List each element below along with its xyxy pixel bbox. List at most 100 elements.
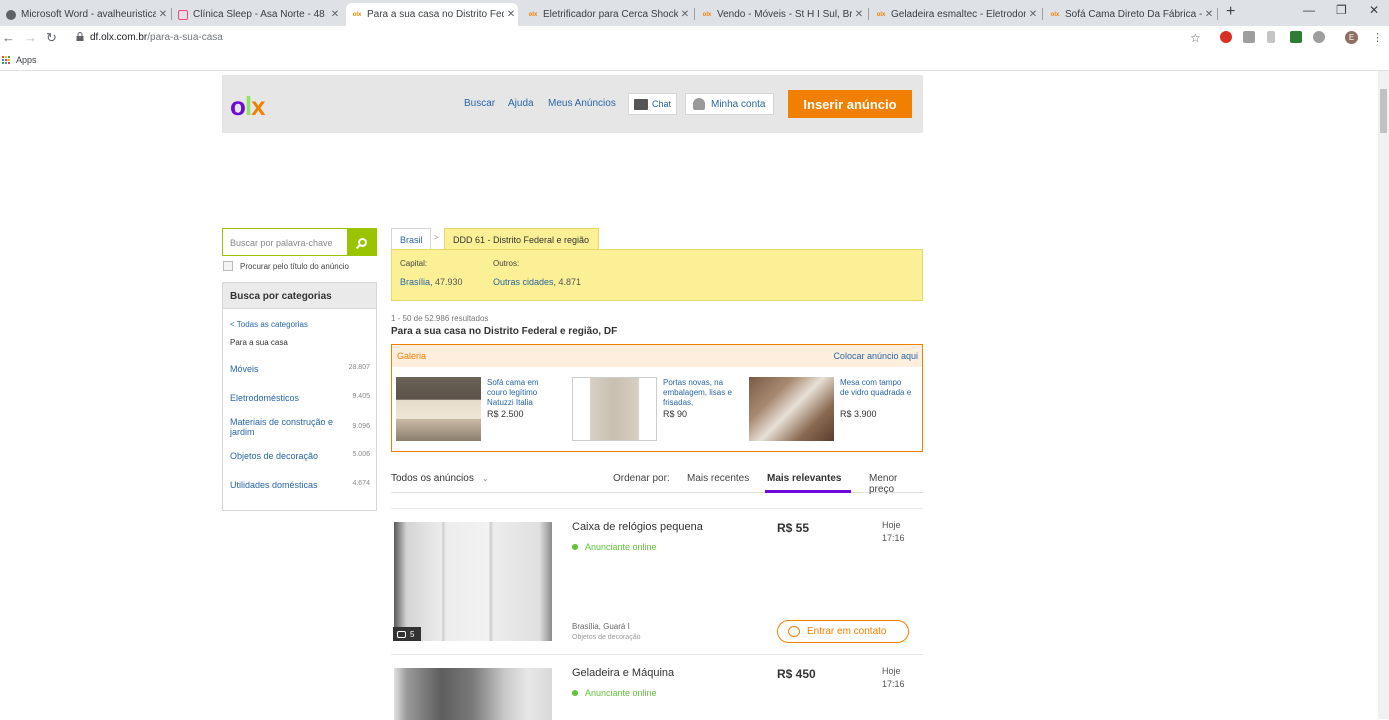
category-item-decoracao[interactable]: Objetos de decoração 5.006 bbox=[230, 451, 370, 461]
reload-icon[interactable]: ↻ bbox=[46, 30, 57, 46]
nav-buscar[interactable]: Buscar bbox=[464, 98, 495, 109]
gallery-item-title[interactable]: Sofá cama em couro legítimo Natuzzi Ital… bbox=[487, 378, 559, 408]
online-status: Anunciante online bbox=[572, 542, 657, 552]
olx-icon: olx bbox=[702, 11, 712, 18]
olx-icon: olx bbox=[1050, 11, 1060, 18]
listing-location: Brasília, Guará I Objetos de decoração bbox=[572, 622, 641, 643]
browser-tab-strip: Microsoft Word - avalheuristica_I ✕ Clín… bbox=[0, 0, 1389, 26]
close-icon[interactable]: ✕ bbox=[1026, 9, 1040, 20]
search-input[interactable]: Buscar por palavra-chave bbox=[222, 228, 348, 256]
browser-tab[interactable]: olx Eletrificador para Cerca Shock 8 ✕ bbox=[522, 3, 692, 26]
checkbox-icon[interactable] bbox=[223, 261, 233, 271]
gallery: Galeria Colocar anúncio aqui Sofá cama e… bbox=[391, 344, 923, 452]
gallery-item-title[interactable]: Portas novas, na embalagem, lisas e fris… bbox=[663, 378, 735, 408]
search-icon bbox=[357, 237, 367, 247]
title-only-label: Procurar pelo título do anúncio bbox=[240, 261, 349, 271]
apps-shortcut[interactable]: Apps bbox=[2, 55, 37, 65]
sort-label: Ordenar por: bbox=[613, 473, 670, 484]
chat-button[interactable]: Chat bbox=[628, 93, 677, 115]
olx-logo[interactable]: olx bbox=[230, 91, 266, 122]
sort-active-underline bbox=[765, 490, 851, 493]
gallery-image[interactable] bbox=[572, 377, 657, 441]
online-dot-icon bbox=[572, 690, 578, 696]
close-icon[interactable]: ✕ bbox=[156, 9, 170, 20]
all-categories-link[interactable]: < Todas as categorias bbox=[230, 320, 308, 329]
listing-title[interactable]: Caixa de relógios pequena bbox=[572, 521, 703, 533]
place-ad-link[interactable]: Colocar anúncio aqui bbox=[833, 351, 918, 361]
others-label: Outros: bbox=[493, 259, 520, 268]
listing-city: Brasília, Guará I bbox=[572, 622, 630, 631]
nav-meus-anuncios[interactable]: Meus Anúncios bbox=[548, 98, 616, 109]
listing-image[interactable] bbox=[394, 668, 552, 720]
bookmark-star-icon[interactable]: ☆ bbox=[1190, 31, 1201, 45]
category-item-utilidades[interactable]: Utilidades domésticas 4.674 bbox=[230, 480, 370, 490]
browser-tab[interactable]: Clínica Sleep - Asa Norte - 48 cli ✕ bbox=[172, 3, 342, 26]
close-icon[interactable]: ✕ bbox=[504, 9, 518, 20]
browser-tab-active[interactable]: olx Para a sua casa no Distrito Feder ✕ bbox=[346, 3, 518, 26]
browser-tab[interactable]: olx Sofá Cama Direto Da Fábrica - M ✕ bbox=[1044, 3, 1216, 26]
account-label: Minha conta bbox=[711, 98, 766, 110]
menu-icon[interactable]: ⋮ bbox=[1372, 31, 1383, 44]
scrollbar-thumb[interactable] bbox=[1380, 89, 1387, 133]
breadcrumb-separator: > bbox=[434, 233, 439, 242]
tab-title: Para a sua casa no Distrito Feder bbox=[367, 9, 504, 20]
tab-title: Clínica Sleep - Asa Norte - 48 cli bbox=[193, 9, 328, 20]
category-label: Utilidades domésticas bbox=[230, 480, 318, 490]
extension-icon[interactable] bbox=[1243, 31, 1255, 43]
tab-title: Vendo - Móveis - St H I Sul, Brasi bbox=[717, 9, 852, 20]
sort-recent[interactable]: Mais recentes bbox=[687, 473, 749, 484]
contact-button[interactable]: Entrar em contato bbox=[777, 620, 909, 643]
browser-tab[interactable]: olx Geladeira esmaltec - Eletrodomé ✕ bbox=[870, 3, 1040, 26]
extension-icon[interactable] bbox=[1290, 31, 1302, 43]
capital-link[interactable]: Brasília bbox=[400, 277, 430, 287]
listing-image[interactable] bbox=[394, 522, 552, 641]
browser-tab[interactable]: Microsoft Word - avalheuristica_I ✕ bbox=[0, 3, 170, 26]
chat-label: Chat bbox=[652, 99, 672, 109]
account-button[interactable]: Minha conta bbox=[685, 93, 774, 115]
browser-tab[interactable]: olx Vendo - Móveis - St H I Sul, Brasi ✕ bbox=[696, 3, 866, 26]
sort-relevant[interactable]: Mais relevantes bbox=[767, 473, 842, 484]
minimize-icon[interactable]: — bbox=[1303, 3, 1315, 17]
nav-ajuda[interactable]: Ajuda bbox=[508, 98, 534, 109]
others-link[interactable]: Outras cidades bbox=[493, 277, 554, 287]
title-only-checkbox[interactable]: Procurar pelo título do anúncio bbox=[223, 261, 349, 271]
all-ads-dropdown[interactable]: Todos os anúncios ⌄ bbox=[391, 473, 489, 484]
listing-item[interactable]: 5 Caixa de relógios pequena Anunciante o… bbox=[391, 508, 923, 654]
extension-icon[interactable] bbox=[1267, 31, 1275, 43]
url-host: df.olx.com.br bbox=[90, 32, 148, 43]
new-tab-button[interactable]: + bbox=[1226, 3, 1235, 21]
url-field[interactable]: df.olx.com.br/para-a-sua-casa bbox=[90, 32, 223, 43]
page-scrollbar[interactable] bbox=[1378, 71, 1389, 719]
extension-icon[interactable] bbox=[1313, 31, 1325, 43]
close-icon[interactable]: ✕ bbox=[852, 9, 866, 20]
listing-title[interactable]: Geladeira e Máquina bbox=[572, 667, 674, 679]
category-label: Objetos de decoração bbox=[230, 451, 319, 461]
back-icon[interactable]: ← bbox=[2, 30, 15, 45]
forward-icon[interactable]: → bbox=[24, 30, 37, 45]
extension-icon[interactable] bbox=[1220, 31, 1232, 43]
listing-date: Hoje 17:16 bbox=[882, 665, 905, 691]
search-button[interactable] bbox=[347, 228, 377, 256]
close-icon[interactable]: ✕ bbox=[328, 9, 342, 20]
category-item-eletrodomesticos[interactable]: Eletrodomésticos 9.405 bbox=[230, 393, 370, 403]
insert-ad-button[interactable]: Inserir anúncio bbox=[788, 90, 912, 118]
gallery-item-price: R$ 90 bbox=[663, 409, 688, 419]
category-item-materiais[interactable]: Materiais de construção e jardim 9.096 bbox=[230, 417, 370, 437]
listing-item[interactable]: Geladeira e Máquina Anunciante online R$… bbox=[391, 654, 923, 720]
gallery-image[interactable] bbox=[396, 377, 481, 441]
foursquare-icon bbox=[178, 9, 188, 20]
close-icon[interactable]: ✕ bbox=[678, 9, 692, 20]
close-icon[interactable]: ✕ bbox=[1202, 9, 1216, 20]
avatar[interactable]: E bbox=[1345, 31, 1358, 44]
online-label: Anunciante online bbox=[585, 542, 657, 552]
close-window-icon[interactable]: ✕ bbox=[1369, 3, 1379, 17]
restore-icon[interactable]: ❐ bbox=[1336, 3, 1347, 17]
tab-title: Geladeira esmaltec - Eletrodomé bbox=[891, 9, 1026, 20]
gallery-item-title[interactable]: Mesa com tampo de vidro quadrada e bbox=[840, 378, 912, 398]
category-item-moveis[interactable]: Móveis 28.807 bbox=[230, 364, 370, 374]
sort-lowest-price[interactable]: Menor preço bbox=[869, 473, 923, 495]
listing-time: 17:16 bbox=[882, 533, 905, 543]
breadcrumb-brasil[interactable]: Brasil bbox=[391, 228, 431, 249]
gallery-image[interactable] bbox=[749, 377, 834, 441]
online-status: Anunciante online bbox=[572, 688, 657, 698]
